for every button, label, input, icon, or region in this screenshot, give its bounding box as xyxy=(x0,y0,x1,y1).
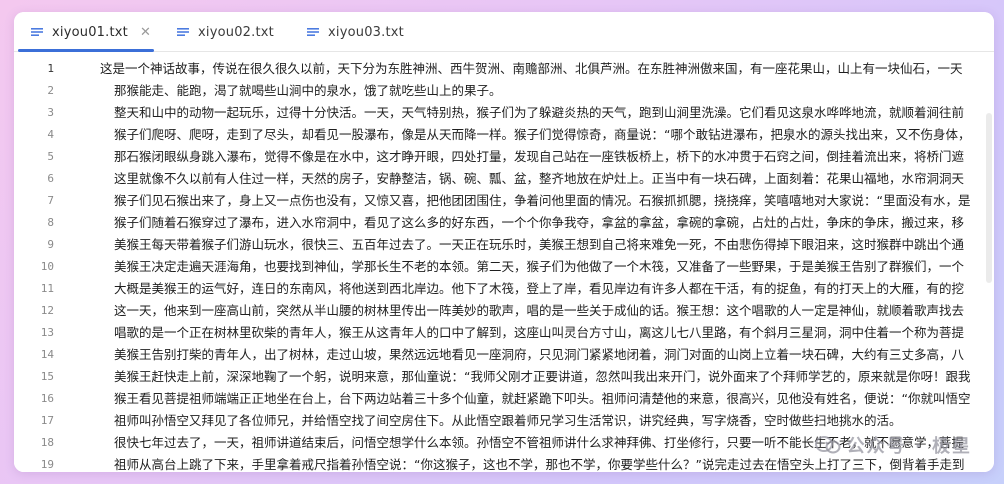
line-number: 18 xyxy=(40,436,54,449)
line-text[interactable]: 猴子们随着石猴穿过了瀑布，进入水帘洞中，看见了这么多的好东西，一个个你争我夺，拿… xyxy=(114,212,980,234)
tab-label: xiyou03.txt xyxy=(328,24,404,40)
line-number: 7 xyxy=(47,194,54,207)
line-number: 3 xyxy=(47,106,54,119)
scrollbar[interactable] xyxy=(986,113,992,283)
line-number: 13 xyxy=(40,326,54,339)
editor-line[interactable]: 16 猴王看见菩提祖师端端正正地坐在台上，台下两边站着三十多个仙童，就赶紧跪下叩… xyxy=(14,388,994,410)
tab-label: xiyou01.txt xyxy=(52,24,128,40)
line-text[interactable]: 猴子们见石猴出来了，身上又一点伤也没有，又惊又喜，把他团团围住，争着问他里面的情… xyxy=(114,190,980,212)
line-text[interactable]: 美猴王决定走遍天涯海角，也要找到神仙，学那长生不老的本领。第二天，猴子们为他做了… xyxy=(114,256,980,278)
editor-line[interactable]: 14 美猴王告别打柴的青年人，出了树林，走过山坡，果然远远地看见一座洞府，只见洞… xyxy=(14,344,994,366)
line-number: 5 xyxy=(47,150,54,163)
line-text[interactable]: 那猴能走、能跑，渴了就喝些山涧中的泉水，饿了就吃些山上的果子。 xyxy=(114,80,980,102)
line-text[interactable]: 猴子们爬呀、爬呀，走到了尽头，却看见一股瀑布，像是从天而降一样。猴子们觉得惊奇，… xyxy=(114,124,980,146)
line-text[interactable]: 那石猴闭眼纵身跳入瀑布，觉得不像是在水中，这才睁开眼，四处打量，发现自己站在一座… xyxy=(114,146,980,168)
line-number: 4 xyxy=(47,128,54,141)
tab-xiyou02[interactable]: xiyou02.txt xyxy=(176,12,286,52)
line-text[interactable]: 大概是美猴王的运气好，连日的东南风，将他送到西北岸边。他下了木筏，登上了岸，看见… xyxy=(114,278,980,300)
editor-line[interactable]: 13 唱歌的是一个正在树林里砍柴的青年人，猴王从这青年人的口中了解到，这座山叫灵… xyxy=(14,322,994,344)
line-number: 19 xyxy=(40,458,54,471)
tab-xiyou03[interactable]: xiyou03.txt xyxy=(306,12,416,52)
editor-line[interactable]: 2 那猴能走、能跑，渴了就喝些山涧中的泉水，饿了就吃些山上的果子。 xyxy=(14,80,994,102)
editor-line[interactable]: 9 美猴王每天带着猴子们游山玩水，很快三、五百年过去了。一天正在玩乐时，美猴王想… xyxy=(14,234,994,256)
line-number: 12 xyxy=(40,304,54,317)
tab-bar: xiyou01.txt ✕ xiyou02.txt xiyou03.txt xyxy=(14,12,994,52)
editor-line[interactable]: 10 美猴王决定走遍天涯海角，也要找到神仙，学那长生不老的本领。第二天，猴子们为… xyxy=(14,256,994,278)
line-text[interactable]: 猴王看见菩提祖师端端正正地坐在台上，台下两边站着三十多个仙童，就赶紧跪下叩头。祖… xyxy=(114,388,980,410)
file-icon xyxy=(177,28,189,36)
close-icon[interactable]: ✕ xyxy=(140,26,151,39)
line-number: 14 xyxy=(40,348,54,361)
editor-line[interactable]: 15 美猴王赶快走上前，深深地鞠了一个躬，说明来意，那仙童说：“我师父刚才正要讲… xyxy=(14,366,994,388)
line-text[interactable]: 这是一个神话故事，传说在很久很久以前，天下分为东胜神洲、西牛贺洲、南赡部洲、北俱… xyxy=(100,58,980,80)
watermark: 公众号 · 极星 xyxy=(814,432,972,458)
line-text[interactable]: 美猴王每天带着猴子们游山玩水，很快三、五百年过去了。一天正在玩乐时，美猴王想到自… xyxy=(114,234,980,256)
line-number: 2 xyxy=(47,84,54,97)
editor-line[interactable]: 11 大概是美猴王的运气好，连日的东南风，将他送到西北岸边。他下了木筏，登上了岸… xyxy=(14,278,994,300)
active-tab-indicator xyxy=(18,49,154,52)
editor-line[interactable]: 3 整天和山中的动物一起玩乐，过得十分快活。一天，天气特别热，猴子们为了躲避炎热… xyxy=(14,102,994,124)
line-number: 8 xyxy=(47,216,54,229)
line-text[interactable]: 美猴王告别打柴的青年人，出了树林，走过山坡，果然远远地看见一座洞府，只见洞门紧紧… xyxy=(114,344,980,366)
line-text[interactable]: 整天和山中的动物一起玩乐，过得十分快活。一天，天气特别热，猴子们为了躲避炎热的天… xyxy=(114,102,980,124)
line-number: 10 xyxy=(40,260,54,273)
editor-line[interactable]: 1 这是一个神话故事，传说在很久很久以前，天下分为东胜神洲、西牛贺洲、南赡部洲、… xyxy=(14,58,994,80)
tab-label: xiyou02.txt xyxy=(198,24,274,40)
editor-line[interactable]: 12 这一天，他来到一座高山前，突然从半山腰的树林里传出一阵美妙的歌声，唱的是一… xyxy=(14,300,994,322)
editor-line[interactable]: 5 那石猴闭眼纵身跳入瀑布，觉得不像是在水中，这才睁开眼，四处打量，发现自己站在… xyxy=(14,146,994,168)
tab-xiyou01[interactable]: xiyou01.txt ✕ xyxy=(30,12,160,52)
text-editor[interactable]: 1 这是一个神话故事，传说在很久很久以前，天下分为东胜神洲、西牛贺洲、南赡部洲、… xyxy=(14,53,994,472)
line-number: 9 xyxy=(47,238,54,251)
line-text[interactable]: 美猴王赶快走上前，深深地鞠了一个躬，说明来意，那仙童说：“我师父刚才正要讲道，忽… xyxy=(114,366,980,388)
line-number: 17 xyxy=(40,414,54,427)
line-number: 6 xyxy=(47,172,54,185)
editor-line[interactable]: 17 祖师叫孙悟空又拜见了各位师兄，并给悟空找了间空房住下。从此悟空跟着师兄学习… xyxy=(14,410,994,432)
editor-line[interactable]: 6 这里就像不久以前有人住过一样，天然的房子，安静整洁，锅、碗、瓢、盆，整齐地放… xyxy=(14,168,994,190)
editor-line[interactable]: 8 猴子们随着石猴穿过了瀑布，进入水帘洞中，看见了这么多的好东西，一个个你争我夺… xyxy=(14,212,994,234)
line-text[interactable]: 唱歌的是一个正在树林里砍柴的青年人，猴王从这青年人的口中了解到，这座山叫灵台方寸… xyxy=(114,322,980,344)
editor-window: xiyou01.txt ✕ xiyou02.txt xiyou03.txt 1 xyxy=(14,12,994,472)
watermark-logo-icon xyxy=(814,436,841,454)
line-text[interactable]: 祖师叫孙悟空又拜见了各位师兄，并给悟空找了间空房住下。从此悟空跟着师兄学习生活常… xyxy=(114,410,980,432)
line-number: 15 xyxy=(40,370,54,383)
editor-line[interactable]: 7 猴子们见石猴出来了，身上又一点伤也没有，又惊又喜，把他团团围住，争着问他里面… xyxy=(14,190,994,212)
line-text[interactable]: 这里就像不久以前有人住过一样，天然的房子，安静整洁，锅、碗、瓢、盆，整齐地放在炉… xyxy=(114,168,980,190)
line-number: 1 xyxy=(47,62,54,75)
line-number: 16 xyxy=(40,392,54,405)
line-text[interactable]: 这一天，他来到一座高山前，突然从半山腰的树林里传出一阵美妙的歌声，唱的是一些关于… xyxy=(114,300,980,322)
watermark-text: 公众号 · 极星 xyxy=(846,436,972,457)
file-icon xyxy=(31,28,43,36)
editor-line[interactable]: 4 猴子们爬呀、爬呀，走到了尽头，却看见一股瀑布，像是从天而降一样。猴子们觉得惊… xyxy=(14,124,994,146)
file-icon xyxy=(307,28,319,36)
line-number: 11 xyxy=(40,282,54,295)
